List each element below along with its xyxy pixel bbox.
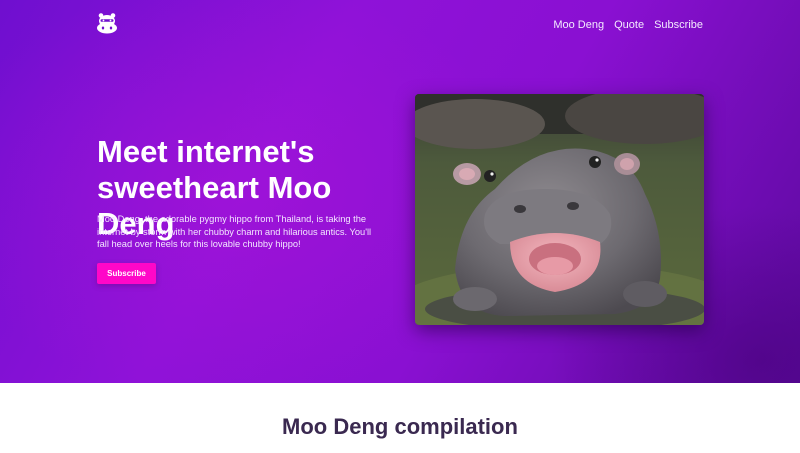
main-nav: Moo Deng Quote Subscribe — [553, 18, 703, 32]
hippo-logo-icon[interactable] — [96, 12, 118, 34]
nav-link-moo-deng[interactable]: Moo Deng — [553, 18, 604, 32]
subscribe-button[interactable]: Subscribe — [97, 263, 156, 284]
baby-pygmy-hippo-photo — [415, 94, 704, 325]
compilation-section-title: Moo Deng compilation — [282, 414, 518, 439]
nav-link-subscribe[interactable]: Subscribe — [654, 18, 703, 32]
nav-link-quote[interactable]: Quote — [614, 18, 644, 32]
hero-section: Moo Deng Quote Subscribe Meet internet's… — [0, 0, 800, 383]
hero-description: Moo Deng, the adorable pygmy hippo from … — [97, 214, 372, 249]
